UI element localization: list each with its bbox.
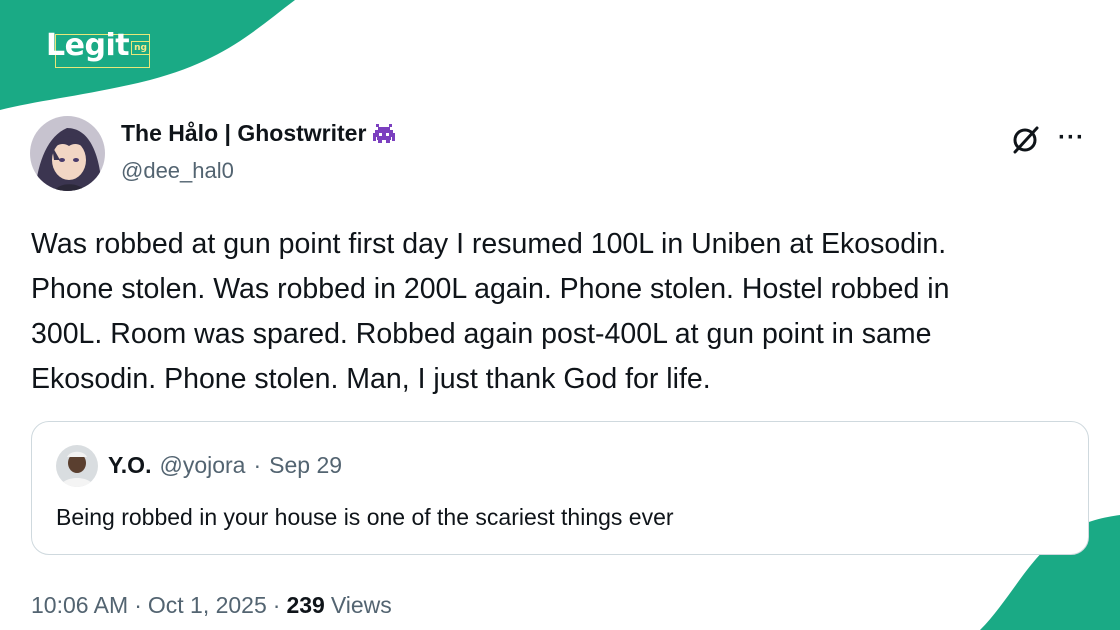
author-handle[interactable]: @dee_hal0 <box>121 158 234 184</box>
quote-date[interactable]: Sep 29 <box>269 452 342 479</box>
quote-separator: · <box>253 452 262 478</box>
quote-author-avatar[interactable] <box>56 445 98 487</box>
meta-separator: · <box>134 592 142 618</box>
views-count: 239 <box>286 592 325 618</box>
author-avatar[interactable] <box>30 116 105 191</box>
author-name-text: The Hålo | Ghostwriter <box>121 120 367 146</box>
logo-suffix: ng <box>131 40 150 55</box>
meta-separator: · <box>272 592 281 618</box>
space-invader-icon <box>373 123 396 143</box>
author-display-name[interactable]: The Hålo | Ghostwriter <box>121 120 398 147</box>
logo-wordmark: Legit <box>46 28 130 63</box>
tweet-time[interactable]: 10:06 AM <box>31 592 128 619</box>
tweet-date[interactable]: Oct 1, 2025 <box>148 592 267 619</box>
grok-icon[interactable] <box>1010 123 1042 155</box>
anime-avatar-icon <box>30 116 105 191</box>
quote-author-handle[interactable]: @yojora <box>159 452 245 479</box>
person-avatar-icon <box>56 445 98 487</box>
legit-logo: Legit ng <box>46 28 150 63</box>
brand-banner-shape <box>0 0 295 110</box>
tweet-meta: 10:06 AM · Oct 1, 2025 · 239 Views <box>31 592 392 619</box>
quoted-tweet-card[interactable]: Y.O. @yojora · Sep 29 Being robbed in yo… <box>31 421 1089 555</box>
quote-text: Being robbed in your house is one of the… <box>56 504 674 530</box>
quote-header: Y.O. @yojora · Sep 29 <box>108 452 342 479</box>
quote-author-name[interactable]: Y.O. <box>108 452 151 479</box>
views-label: Views <box>330 592 392 618</box>
more-options-icon[interactable]: ··· <box>1058 124 1085 152</box>
tweet-text: Was robbed at gun point first day I resu… <box>31 228 950 395</box>
